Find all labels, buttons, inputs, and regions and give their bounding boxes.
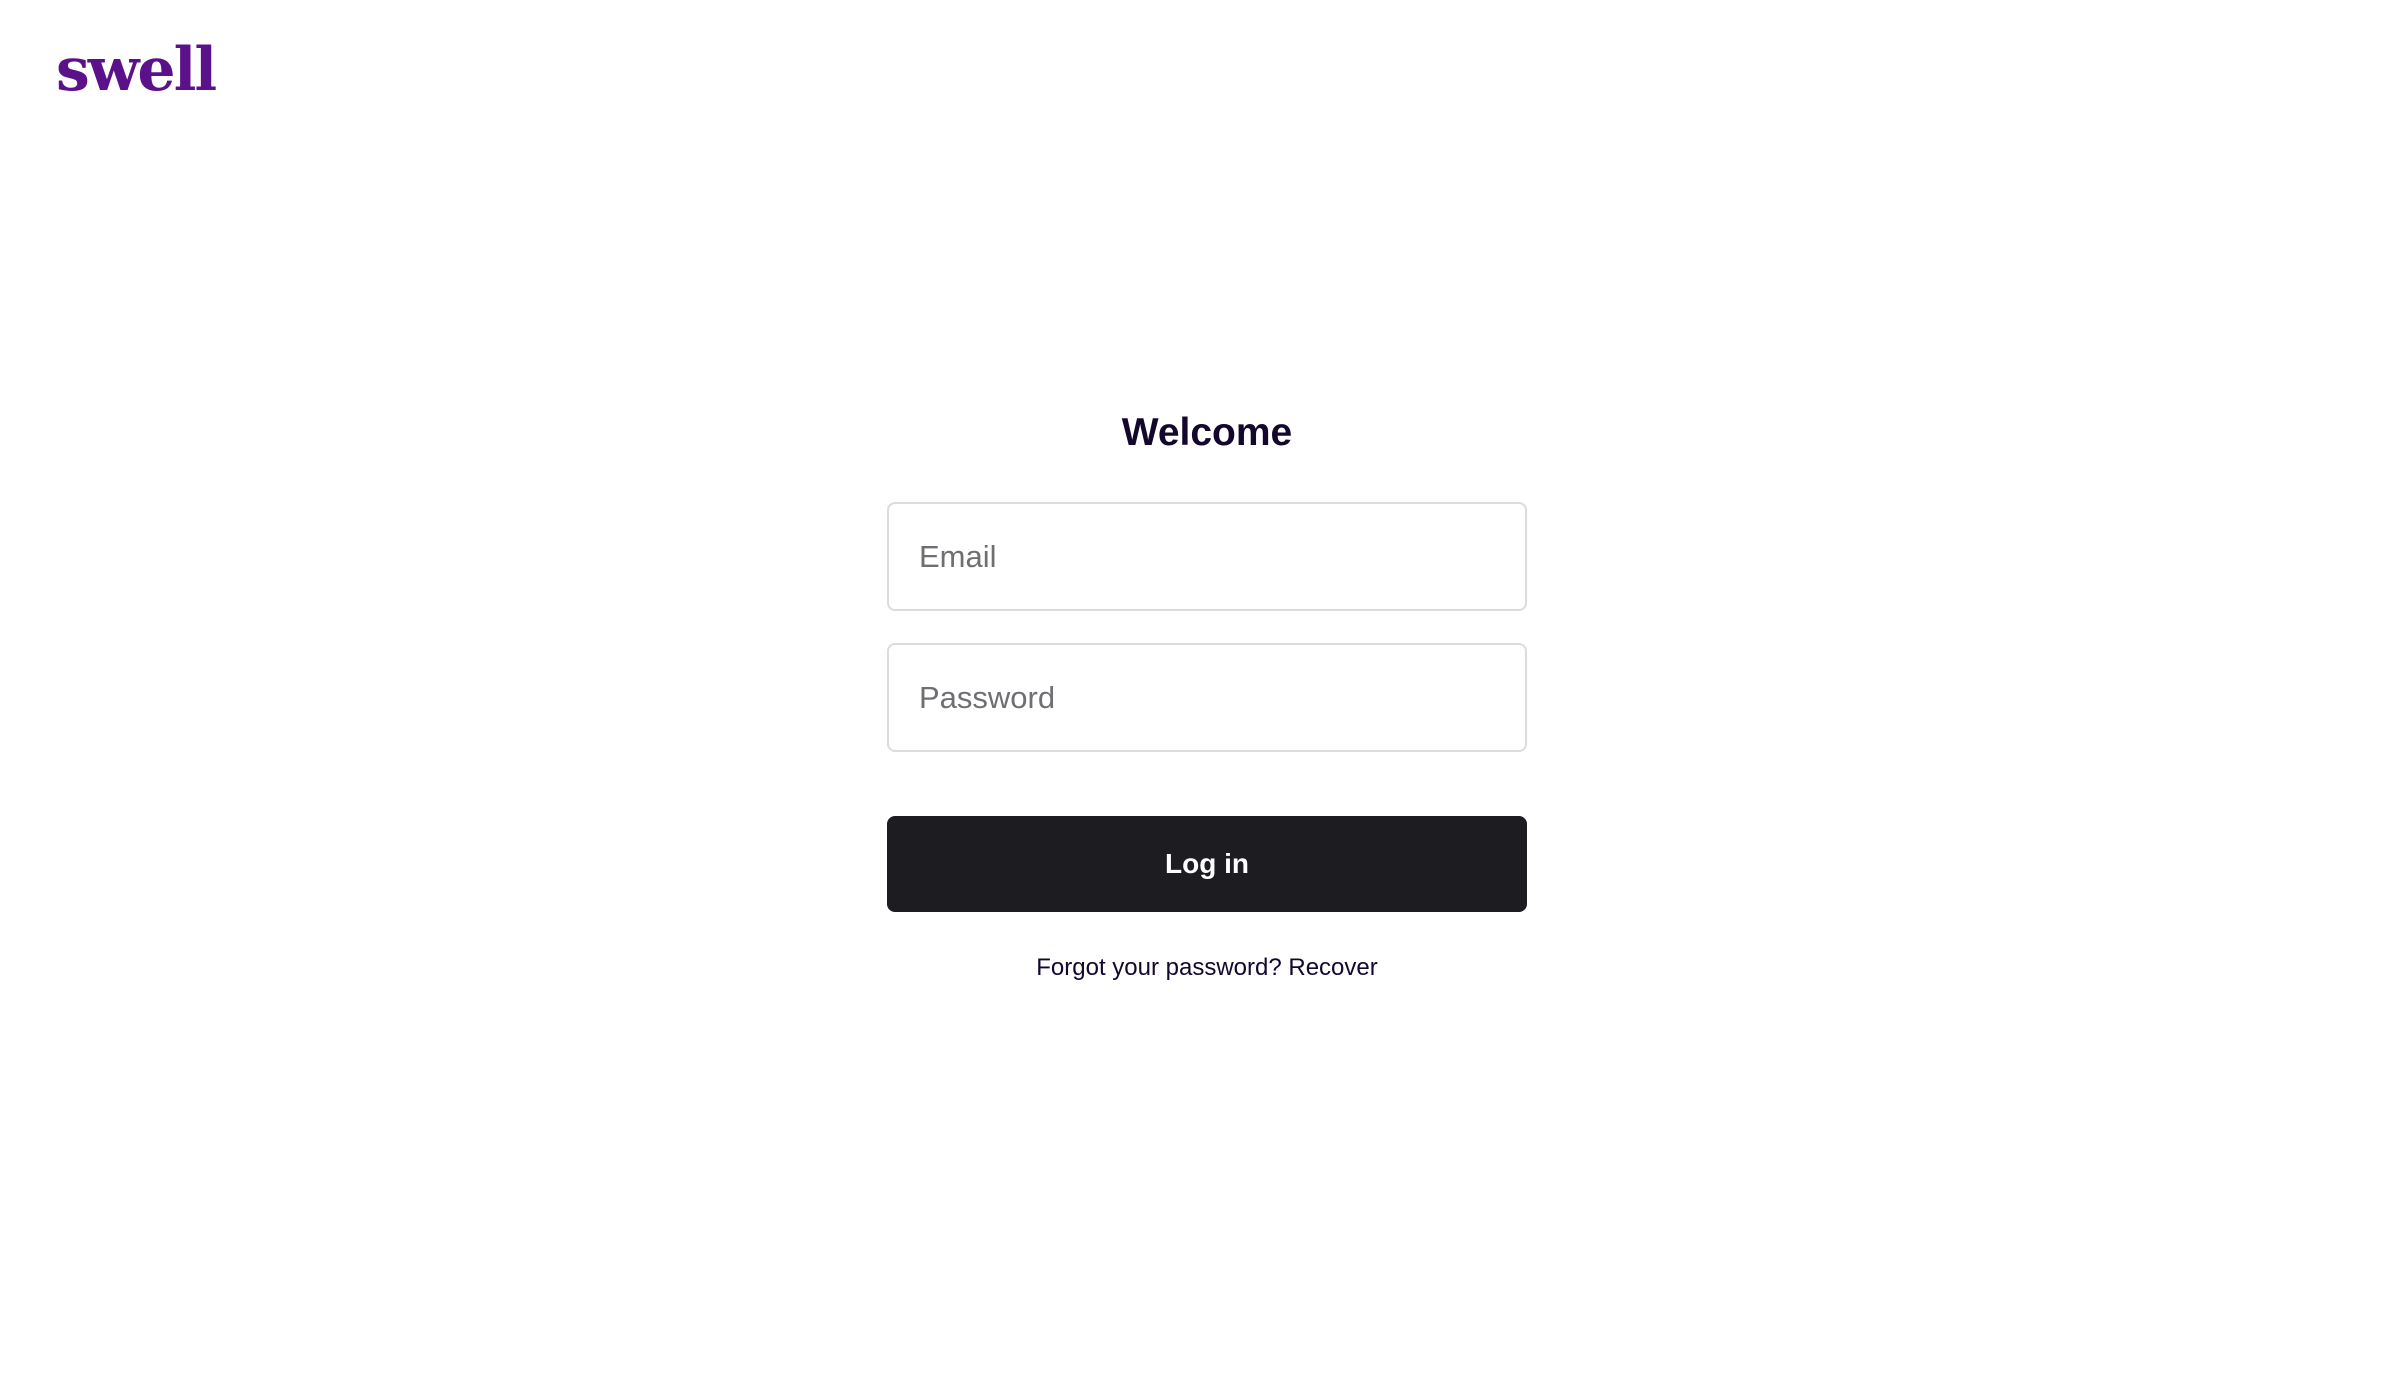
login-page: swell Welcome Log in Forgot your passwor…	[0, 0, 2400, 1379]
recover-link[interactable]: Recover	[1288, 954, 1377, 981]
swell-logo[interactable]: swell	[56, 30, 217, 105]
forgot-password-text: Forgot your password?	[1036, 954, 1282, 981]
login-form: Welcome Log in Forgot your password? Rec…	[887, 405, 1527, 982]
email-field[interactable]	[887, 502, 1527, 611]
logo-wordmark: swell	[56, 35, 217, 105]
login-button[interactable]: Log in	[887, 816, 1527, 912]
page-title: Welcome	[1121, 411, 1293, 454]
forgot-password-row: Forgot your password? Recover	[887, 954, 1527, 982]
password-field[interactable]	[887, 643, 1527, 752]
